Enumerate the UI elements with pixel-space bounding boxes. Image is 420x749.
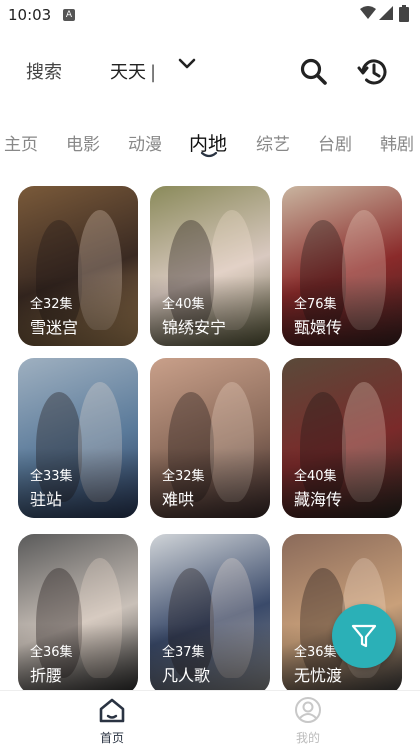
show-card[interactable]: 全37集凡人歌 xyxy=(150,534,270,694)
show-card[interactable]: 全33集驻站 xyxy=(18,358,138,518)
tab-movies[interactable]: 电影 xyxy=(66,130,100,155)
show-card[interactable]: 全76集甄嬛传 xyxy=(282,186,402,346)
tab-anime[interactable]: 动漫 xyxy=(128,130,162,155)
nav-mine[interactable]: 我的 xyxy=(268,695,348,746)
search-keyword[interactable]: 天天 | xyxy=(110,58,156,84)
episode-count: 全33集 xyxy=(30,469,73,484)
notification-icon: A xyxy=(63,9,75,21)
text-cursor: | xyxy=(150,62,157,83)
show-title: 凡人歌 xyxy=(162,666,211,685)
show-title: 甄嬛传 xyxy=(294,318,343,337)
show-title: 难哄 xyxy=(162,490,195,509)
episode-count: 全32集 xyxy=(162,469,205,484)
tab-taiwan-drama[interactable]: 台剧 xyxy=(318,130,352,155)
home-icon xyxy=(99,698,125,723)
show-card[interactable]: 全32集雪迷宫 xyxy=(18,186,138,346)
show-card[interactable]: 全36集折腰 xyxy=(18,534,138,694)
episode-count: 全37集 xyxy=(162,645,205,660)
filter-icon xyxy=(351,624,377,648)
active-tab-indicator xyxy=(200,151,218,158)
episode-count: 全36集 xyxy=(30,645,73,660)
nav-home-label: 首页 xyxy=(99,731,124,745)
status-time: 10:03 xyxy=(8,6,52,24)
tab-home[interactable]: 主页 xyxy=(4,130,38,155)
bottom-nav: 首页 我的 xyxy=(0,690,420,749)
nav-mine-label: 我的 xyxy=(295,731,320,745)
show-title: 驻站 xyxy=(30,490,63,509)
filter-button[interactable] xyxy=(332,604,396,668)
status-bar: 10:03 A xyxy=(0,0,420,30)
show-card[interactable]: 全32集难哄 xyxy=(150,358,270,518)
episode-count: 全36集 xyxy=(294,645,337,660)
nav-home[interactable]: 首页 xyxy=(72,695,152,746)
show-card[interactable]: 全40集藏海传 xyxy=(282,358,402,518)
search-label[interactable]: 搜索 xyxy=(26,58,62,84)
battery-icon xyxy=(399,5,409,22)
chevron-down-icon[interactable] xyxy=(178,58,196,70)
episode-count: 全76集 xyxy=(294,297,337,312)
show-title: 锦绣安宁 xyxy=(162,318,227,337)
episode-count: 全40集 xyxy=(162,297,205,312)
show-title: 折腰 xyxy=(30,666,63,685)
wifi-icon xyxy=(360,6,376,19)
show-title: 雪迷宫 xyxy=(30,318,79,337)
search-icon[interactable] xyxy=(298,56,330,88)
profile-icon xyxy=(295,697,321,723)
signal-icon xyxy=(379,6,393,20)
show-card[interactable]: 全40集锦绣安宁 xyxy=(150,186,270,346)
episode-count: 全40集 xyxy=(294,469,337,484)
show-title: 藏海传 xyxy=(294,490,343,509)
history-icon[interactable] xyxy=(356,54,392,90)
show-title: 无忧渡 xyxy=(294,666,343,685)
tab-korean-drama[interactable]: 韩剧 xyxy=(380,130,414,155)
category-tabs: 主页 电影 动漫 内地 综艺 台剧 韩剧 xyxy=(0,126,420,166)
episode-count: 全32集 xyxy=(30,297,73,312)
tab-variety[interactable]: 综艺 xyxy=(256,130,290,155)
